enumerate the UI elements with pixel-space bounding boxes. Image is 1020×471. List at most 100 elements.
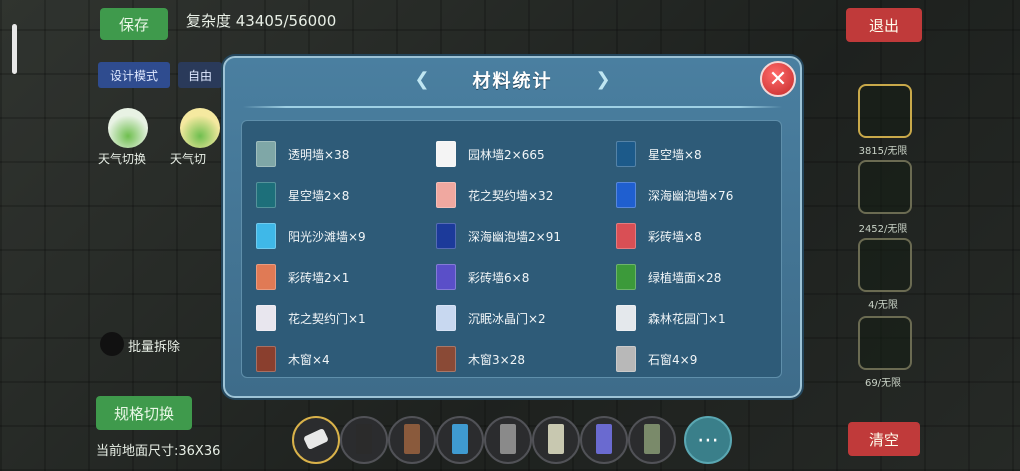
material-slot-3[interactable] (436, 416, 484, 464)
side-count-1: 2452/无限 (858, 224, 908, 235)
material-thumbnail-icon (616, 141, 636, 167)
eraser-tool-button[interactable] (292, 416, 340, 464)
material-item: 彩砖墙6×8 (436, 262, 529, 292)
material-item-label: 星空墙2×8 (288, 188, 350, 203)
material-item: 花之契约墙×32 (436, 180, 553, 210)
material-slot-2[interactable] (388, 416, 436, 464)
material-item: 花之契约门×1 (256, 303, 366, 333)
spec-switch-button[interactable]: 规格切换 (96, 396, 192, 430)
material-slot-7[interactable] (628, 416, 676, 464)
material-thumbnail-icon (436, 264, 456, 290)
design-mode-button[interactable]: 设计模式 (98, 62, 170, 88)
material-item: 阳光沙滩墙×9 (256, 221, 366, 251)
material-item: 园林墙2×665 (436, 139, 545, 169)
material-item-label: 星空墙×8 (648, 147, 702, 162)
material-item: 星空墙2×8 (256, 180, 349, 210)
material-item: 木窗3×28 (436, 344, 525, 374)
side-slot-window[interactable] (858, 316, 912, 370)
material-stats-dialog: ❮ 材料统计 ❯ ✕ 透明墙×38 园林墙2×665 星空墙×8 星空墙2×8 花之契约… (223, 56, 802, 398)
material-thumbnail-icon (616, 305, 636, 331)
material-slot-1[interactable] (340, 416, 388, 464)
side-count-2: 4/无限 (868, 300, 898, 311)
weather-icon[interactable] (108, 108, 148, 148)
material-item: 彩砖墙×8 (616, 221, 702, 251)
sunny-icon[interactable] (180, 108, 220, 148)
material-thumbnail-icon (616, 223, 636, 249)
material-item: 深海幽泡墙×76 (616, 180, 733, 210)
side-slot-floor[interactable] (858, 84, 912, 138)
material-thumbnail-icon (256, 264, 276, 290)
material-item-label: 彩砖墙2×1 (288, 270, 350, 285)
material-item-label: 石窗4×9 (648, 352, 698, 367)
material-swatch-2 (404, 424, 420, 454)
material-thumbnail-icon (256, 223, 276, 249)
material-item-label: 森林花园门×1 (648, 311, 726, 326)
material-thumbnail-icon (256, 141, 276, 167)
material-item: 星空墙×8 (616, 139, 702, 169)
material-thumbnail-icon (436, 305, 456, 331)
material-slot-5[interactable] (532, 416, 580, 464)
more-tools-button[interactable]: ⋯ (684, 416, 732, 464)
eraser-icon (303, 428, 329, 450)
material-item-label: 彩砖墙6×8 (468, 270, 530, 285)
material-thumbnail-icon (256, 346, 276, 372)
materials-list[interactable]: 透明墙×38 园林墙2×665 星空墙×8 星空墙2×8 花之契约墙×32 深海幽泡墙×7… (241, 120, 782, 378)
material-item: 深海幽泡墙2×91 (436, 221, 561, 251)
material-item-label: 彩砖墙×8 (648, 229, 702, 244)
material-thumbnail-icon (436, 141, 456, 167)
material-item-label: 木窗×4 (288, 352, 330, 367)
material-item-label: 花之契约墙×32 (468, 188, 554, 203)
material-item-label: 深海幽泡墙2×91 (468, 229, 561, 244)
material-item: 沉眠冰晶门×2 (436, 303, 546, 333)
material-item: 彩砖墙2×1 (256, 262, 349, 292)
exit-button[interactable]: 退出 (846, 8, 922, 42)
material-thumbnail-icon (436, 182, 456, 208)
material-swatch-7 (644, 424, 660, 454)
material-thumbnail-icon (256, 305, 276, 331)
side-count-3: 69/无限 (864, 378, 902, 389)
material-item: 绿植墙面×28 (616, 262, 721, 292)
material-item-label: 木窗3×28 (468, 352, 525, 367)
material-thumbnail-icon (616, 264, 636, 290)
weather-label-a: 天气切换 (98, 152, 147, 166)
free-mode-button[interactable]: 自由 (178, 62, 222, 88)
material-swatch-5 (548, 424, 564, 454)
material-swatch-1 (356, 424, 372, 454)
material-swatch-4 (500, 424, 516, 454)
batch-remove-label[interactable]: 批量拆除 (128, 336, 180, 355)
side-slot-wall[interactable] (858, 160, 912, 214)
title-divider (243, 106, 782, 108)
material-slot-6[interactable] (580, 416, 628, 464)
material-item-label: 透明墙×38 (288, 147, 350, 162)
side-count-0: 3815/无限 (858, 146, 908, 157)
save-button[interactable]: 保存 (100, 8, 168, 40)
batch-toggle-icon[interactable] (100, 332, 124, 356)
material-thumbnail-icon (616, 182, 636, 208)
clear-button[interactable]: 清空 (848, 422, 920, 456)
close-button[interactable]: ✕ (760, 61, 796, 97)
material-thumbnail-icon (436, 223, 456, 249)
ground-size-text: 当前地面尺寸:36X36 (96, 444, 221, 459)
material-item-label: 花之契约门×1 (288, 311, 366, 326)
material-item-label: 园林墙2×665 (468, 147, 545, 162)
dialog-title-bar: ❮ 材料统计 ❯ ✕ (225, 58, 800, 102)
material-item: 木窗×4 (256, 344, 330, 374)
material-item: 透明墙×38 (256, 139, 349, 169)
material-swatch-3 (452, 424, 468, 454)
material-slot-4[interactable] (484, 416, 532, 464)
material-item: 森林花园门×1 (616, 303, 726, 333)
dialog-title: 材料统计 (472, 71, 553, 92)
material-item-label: 绿植墙面×28 (648, 270, 722, 285)
material-item-label: 阳光沙滩墙×9 (288, 229, 366, 244)
material-item-label: 沉眠冰晶门×2 (468, 311, 546, 326)
title-ornament-right-icon: ❯ (595, 69, 611, 90)
side-slot-door[interactable] (858, 238, 912, 292)
material-thumbnail-icon (616, 346, 636, 372)
weather-label-b: 天气切 (170, 152, 207, 166)
scroll-handle[interactable] (12, 24, 17, 74)
material-swatch-6 (596, 424, 612, 454)
material-thumbnail-icon (436, 346, 456, 372)
material-item: 石窗4×9 (616, 344, 697, 374)
material-thumbnail-icon (256, 182, 276, 208)
complexity-counter: 复杂度 43405/56000 (186, 12, 337, 30)
